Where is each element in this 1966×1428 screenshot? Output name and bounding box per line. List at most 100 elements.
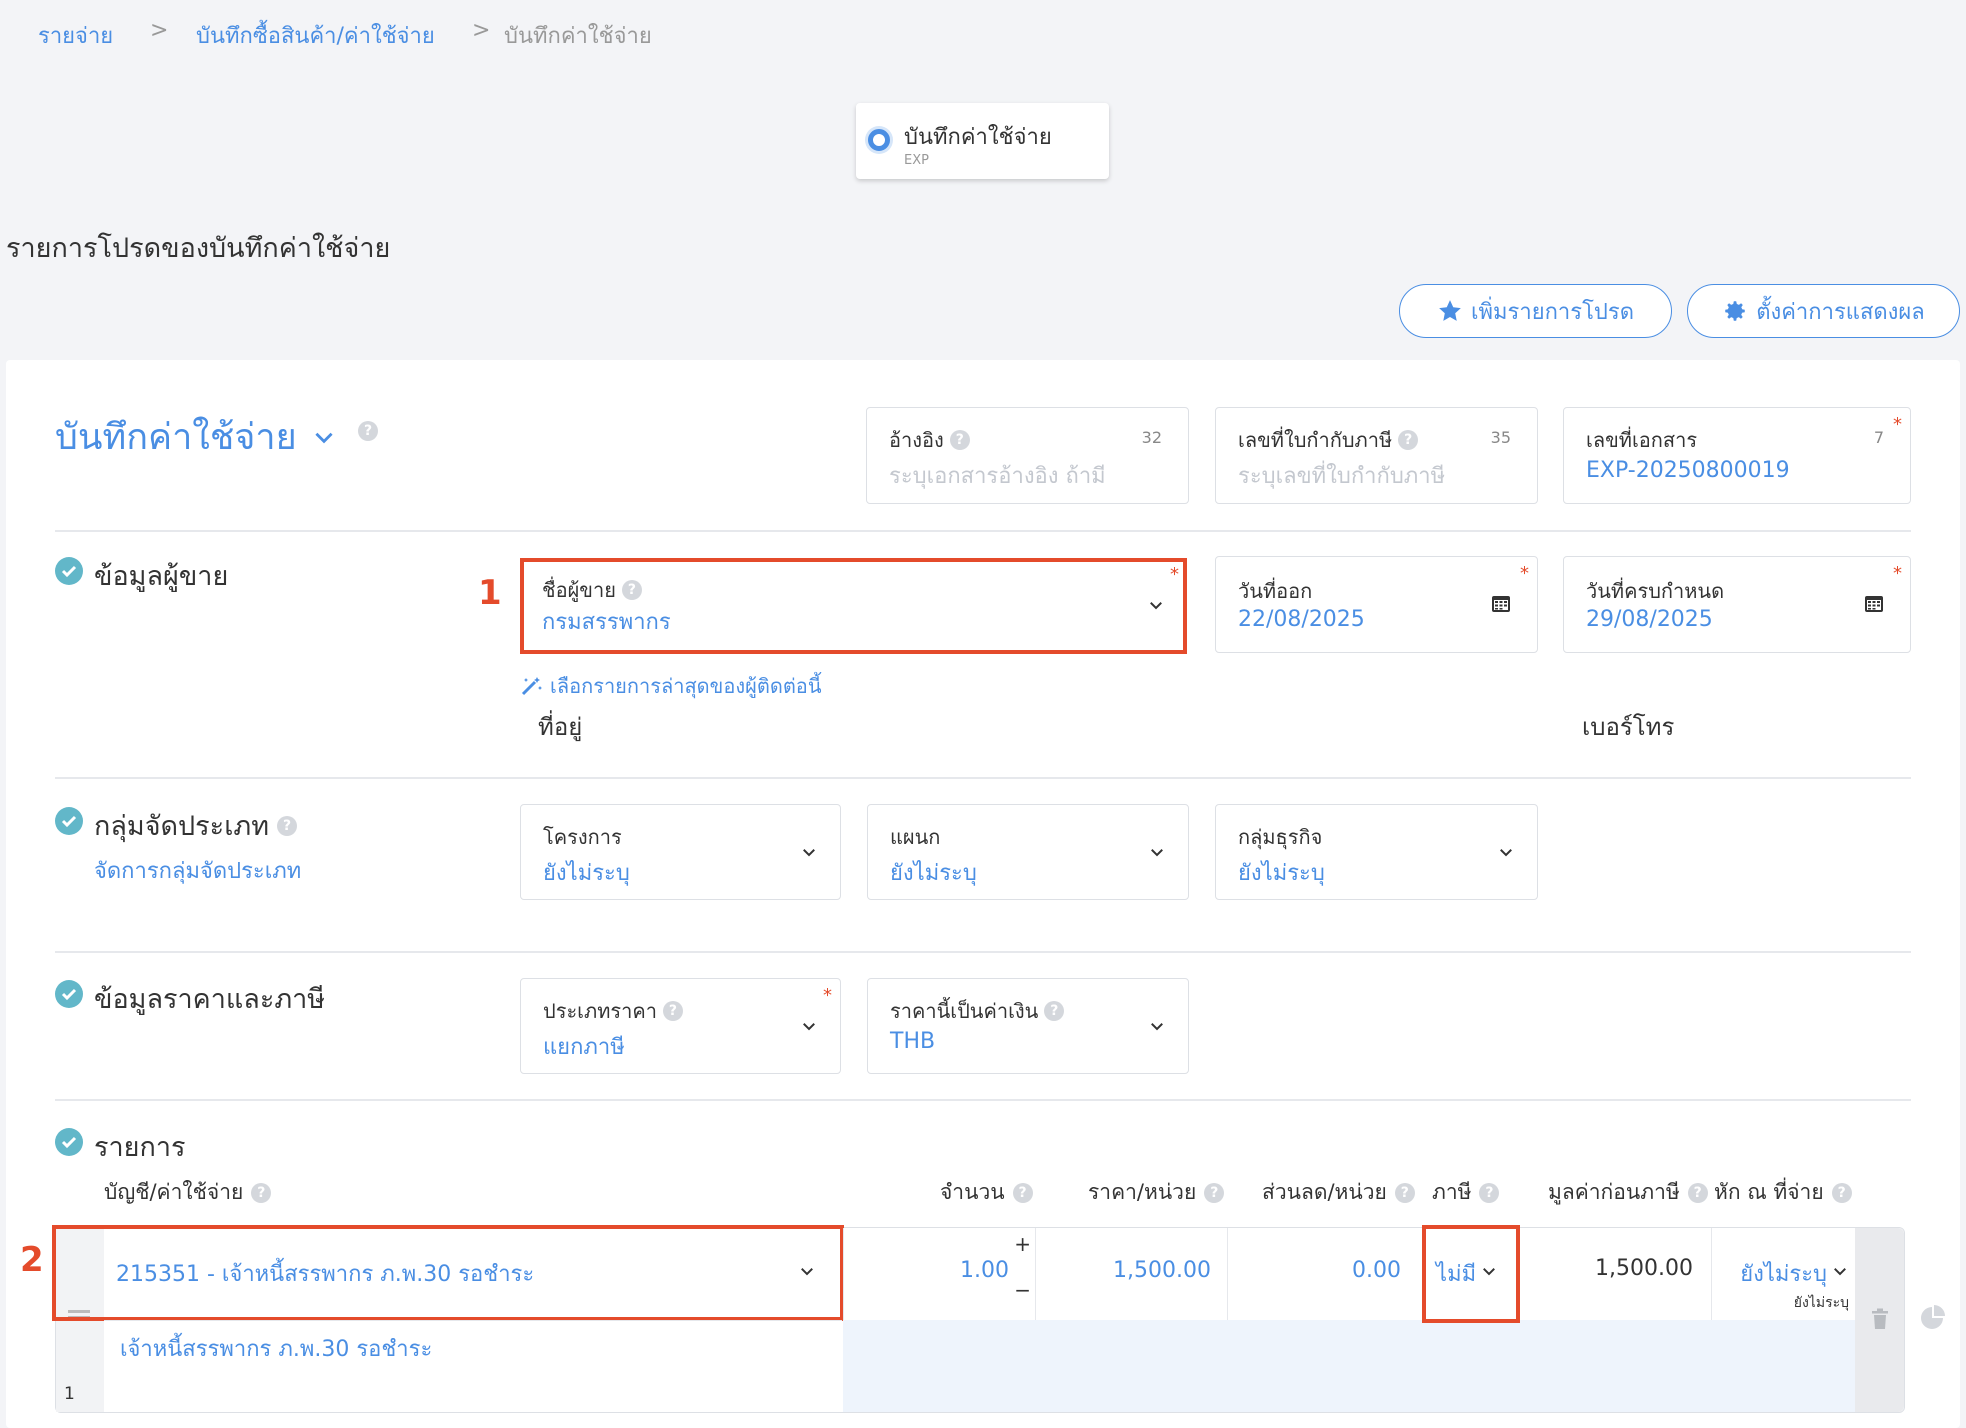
- reference-max-length: 32: [1141, 428, 1162, 447]
- help-icon[interactable]: ?: [1398, 430, 1419, 450]
- chevron-down-icon: [1834, 1268, 1846, 1276]
- business-group-select[interactable]: กลุ่มธุรกิจ ยังไม่ระบุ: [1215, 804, 1538, 900]
- issue-date-value: 22/08/2025: [1238, 607, 1365, 632]
- annotation-highlight: [520, 558, 1187, 654]
- doc-number-max-length: 7: [1873, 428, 1884, 447]
- due-date-field[interactable]: วันที่ครบกำหนด * 29/08/2025: [1563, 556, 1911, 653]
- doc-number-label: เลขที่เอกสาร: [1586, 428, 1698, 452]
- discount-field[interactable]: 0.00: [1228, 1228, 1424, 1320]
- business-group-label: กลุ่มธุรกิจ: [1238, 825, 1323, 849]
- tax-invoice-max-length: 35: [1490, 428, 1511, 447]
- plus-icon[interactable]: +: [1014, 1232, 1031, 1256]
- department-select[interactable]: แผนก ยังไม่ระบุ: [867, 804, 1189, 900]
- row-index: 1: [64, 1384, 75, 1404]
- address-label: ที่อยู่: [538, 713, 583, 741]
- divider: [55, 1099, 1911, 1101]
- trash-icon[interactable]: [1871, 1308, 1889, 1330]
- display-settings-button[interactable]: ตั้งค่าการแสดงผล: [1687, 284, 1960, 338]
- add-favorite-button[interactable]: เพิ่มรายการโปรด: [1399, 284, 1672, 338]
- phone-label: เบอร์โทร: [1582, 713, 1675, 741]
- description-field[interactable]: เจ้าหนี้สรรพากร ภ.พ.30 รอชำระ: [104, 1320, 842, 1412]
- breadcrumb-separator: >: [472, 18, 491, 43]
- required-mark: *: [1520, 563, 1529, 584]
- help-icon[interactable]: ?: [1394, 1182, 1415, 1203]
- reference-placeholder: ระบุเอกสารอ้างอิง ถ้ามี: [889, 464, 1106, 489]
- chevron-down-icon: [1151, 849, 1163, 857]
- project-value: ยังไม่ระบุ: [543, 861, 630, 886]
- currency-select[interactable]: ราคานี้เป็นค่าเงิน? THB: [867, 978, 1189, 1074]
- price-type-select[interactable]: ประเภทราคา? * แยกภาษี: [520, 978, 841, 1074]
- breadcrumb-expenses[interactable]: รายจ่าย: [38, 18, 113, 53]
- star-icon: [1439, 300, 1461, 321]
- classification-title: กลุ่มจัดประเภท ?: [94, 804, 298, 847]
- discount-value: 0.00: [1352, 1258, 1401, 1283]
- pre-tax-field: 1,500.00: [1520, 1228, 1712, 1320]
- calendar-icon[interactable]: [1864, 593, 1884, 613]
- project-label: โครงการ: [543, 825, 622, 849]
- col-pre-tax-label: มูลค่าก่อนภาษี: [1548, 1180, 1680, 1204]
- chevron-down-icon: [803, 849, 815, 857]
- project-select[interactable]: โครงการ ยังไม่ระบุ: [520, 804, 841, 900]
- col-quantity-label: จำนวน: [940, 1180, 1005, 1204]
- tax-invoice-field[interactable]: เลขที่ใบกำกับภาษี? 35 ระบุเลขที่ใบกำกับภ…: [1215, 407, 1538, 504]
- check-circle-icon: [55, 980, 83, 1008]
- vendor-section-title: ข้อมูลผู้ขาย: [94, 561, 229, 592]
- breadcrumb-current: บันทึกค่าใช้จ่าย: [504, 24, 652, 49]
- pre-tax-value: 1,500.00: [1595, 1256, 1693, 1281]
- help-icon[interactable]: ?: [358, 421, 378, 441]
- currency-label: ราคานี้เป็นค่าเงิน: [890, 999, 1039, 1023]
- radio-selected-icon[interactable]: [868, 129, 890, 151]
- annotation-number: 2: [20, 1240, 44, 1280]
- help-icon[interactable]: ?: [1831, 1182, 1852, 1203]
- col-unit-price-label: ราคา/หน่วย: [1088, 1180, 1197, 1204]
- gear-icon: [1725, 301, 1745, 321]
- help-icon[interactable]: ?: [251, 1182, 272, 1203]
- doc-number-field[interactable]: เลขที่เอกสาร 7 * EXP-20250800019: [1563, 407, 1911, 504]
- due-date-label: วันที่ครบกำหนด: [1586, 579, 1725, 603]
- help-icon[interactable]: ?: [1687, 1182, 1708, 1203]
- col-pre-tax: มูลค่าก่อนภาษี?: [1548, 1176, 1708, 1209]
- col-tax-label: ภาษี: [1432, 1180, 1472, 1204]
- help-icon[interactable]: ?: [949, 430, 970, 450]
- col-discount-label: ส่วนลด/หน่วย: [1262, 1180, 1387, 1204]
- business-group-value: ยังไม่ระบุ: [1238, 861, 1325, 886]
- department-value: ยังไม่ระบุ: [890, 861, 977, 886]
- col-tax: ภาษี?: [1432, 1176, 1500, 1209]
- quantity-value: 1.00: [960, 1258, 1009, 1283]
- col-withholding: หัก ณ ที่จ่าย?: [1714, 1176, 1852, 1209]
- reference-field[interactable]: อ้างอิง? 32 ระบุเอกสารอ้างอิง ถ้ามี: [866, 407, 1189, 504]
- calendar-icon[interactable]: [1491, 593, 1511, 613]
- form-title-dropdown[interactable]: บันทึกค่าใช้จ่าย: [55, 408, 337, 465]
- unit-price-field[interactable]: 1,500.00: [1036, 1228, 1228, 1320]
- doc-type-code: EXP: [904, 153, 929, 168]
- breadcrumb-purchase[interactable]: บันทึกซื้อสินค้า/ค่าใช้จ่าย: [196, 18, 435, 53]
- required-mark: *: [823, 985, 832, 1006]
- divider: [55, 951, 1911, 953]
- issue-date-field[interactable]: วันที่ออก * 22/08/2025: [1215, 556, 1538, 653]
- divider: [55, 777, 1911, 779]
- help-icon[interactable]: ?: [1044, 1001, 1065, 1021]
- latest-items-link[interactable]: เลือกรายการล่าสุดของผู้ติดต่อนี้: [520, 670, 821, 702]
- minus-icon[interactable]: −: [1014, 1278, 1031, 1302]
- help-icon[interactable]: ?: [1479, 1182, 1500, 1203]
- doc-number-value: EXP-20250800019: [1586, 458, 1790, 483]
- help-icon[interactable]: ?: [1012, 1182, 1033, 1203]
- pie-chart-icon[interactable]: [1920, 1305, 1946, 1331]
- help-icon[interactable]: ?: [1204, 1182, 1225, 1203]
- col-account: บัญชี/ค่าใช้จ่าย?: [104, 1176, 272, 1209]
- help-icon[interactable]: ?: [662, 1001, 683, 1021]
- pricing-section-title: ข้อมูลราคาและภาษี: [94, 984, 326, 1015]
- help-icon[interactable]: ?: [277, 815, 298, 836]
- col-discount: ส่วนลด/หน่วย?: [1262, 1176, 1415, 1209]
- reference-label: อ้างอิง: [889, 428, 944, 452]
- manage-classification-link[interactable]: จัดการกลุ่มจัดประเภท: [94, 853, 301, 888]
- form-title: บันทึกค่าใช้จ่าย: [55, 417, 297, 458]
- quantity-stepper[interactable]: 1.00 + −: [843, 1228, 1036, 1320]
- divider: [55, 530, 1911, 532]
- doc-type-label: บันทึกค่าใช้จ่าย: [904, 125, 1052, 150]
- issue-date-label: วันที่ออก: [1238, 579, 1313, 603]
- row-detail-area: [843, 1320, 1855, 1412]
- doc-type-option[interactable]: บันทึกค่าใช้จ่าย EXP: [856, 103, 1109, 179]
- withholding-select[interactable]: ยังไม่ระบุ ยังไม่ระบุ: [1712, 1228, 1855, 1320]
- tax-invoice-label: เลขที่ใบกำกับภาษี: [1238, 428, 1393, 452]
